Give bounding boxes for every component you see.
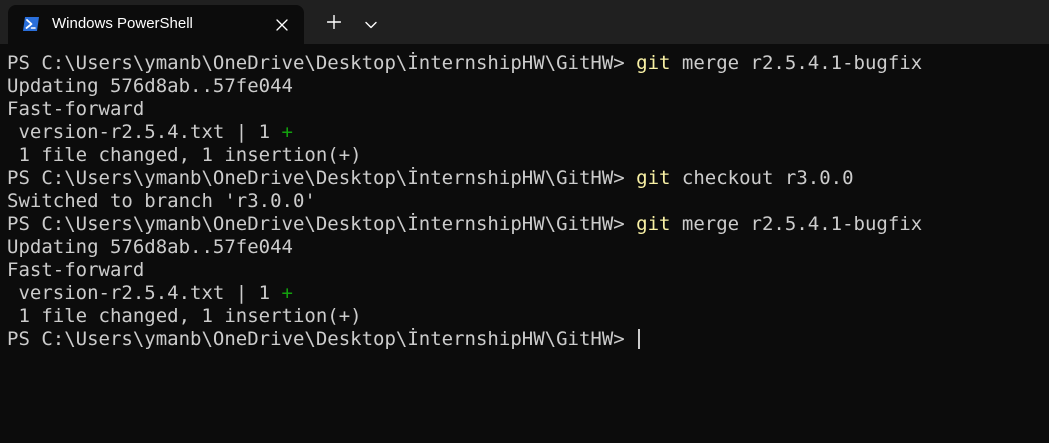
terminal-line: Fast-forward (7, 98, 1049, 121)
output-text: Fast-forward (7, 98, 145, 120)
terminal-line: Switched to branch 'r3.0.0' (7, 190, 1049, 213)
terminal-line: 1 file changed, 1 insertion(+) (7, 144, 1049, 167)
tab-windows-powershell[interactable]: Windows PowerShell (8, 5, 304, 44)
title-bar: Windows PowerShell (0, 0, 1049, 44)
terminal-line: Updating 576d8ab..57fe044 (7, 75, 1049, 98)
terminal-output[interactable]: PS C:\Users\ymanb\OneDrive\Desktop\İnter… (0, 44, 1049, 443)
prompt-text: PS C:\Users\ymanb\OneDrive\Desktop\İnter… (7, 167, 637, 189)
prompt-text: PS C:\Users\ymanb\OneDrive\Desktop\İnter… (7, 328, 637, 350)
command-name: git (636, 167, 671, 189)
terminal-line: version-r2.5.4.txt | 1 + (7, 121, 1049, 144)
command-name: git (636, 213, 671, 235)
terminal-line: PS C:\Users\ymanb\OneDrive\Desktop\İnter… (7, 52, 1049, 75)
diffstat-plus: + (281, 282, 293, 304)
terminal-line: PS C:\Users\ymanb\OneDrive\Desktop\İnter… (7, 328, 1049, 351)
chevron-down-icon (365, 14, 377, 33)
close-icon[interactable] (270, 13, 294, 37)
diffstat-plus: + (281, 121, 293, 143)
terminal-line: Updating 576d8ab..57fe044 (7, 236, 1049, 259)
command-args: merge r2.5.4.1-bugfix (670, 52, 923, 74)
command-name: git (636, 52, 671, 74)
prompt-text: PS C:\Users\ymanb\OneDrive\Desktop\İnter… (7, 213, 637, 235)
terminal-line: 1 file changed, 1 insertion(+) (7, 305, 1049, 328)
output-text: Fast-forward (7, 259, 145, 281)
command-args: merge r2.5.4.1-bugfix (670, 213, 923, 235)
text-cursor (638, 329, 641, 349)
diffstat-text: version-r2.5.4.txt | 1 (7, 121, 282, 143)
plus-icon (326, 14, 342, 33)
tab-dropdown-button[interactable] (358, 10, 384, 36)
output-text: 1 file changed, 1 insertion(+) (7, 305, 362, 327)
terminal-line: version-r2.5.4.txt | 1 + (7, 282, 1049, 305)
output-text: Updating 576d8ab..57fe044 (7, 75, 293, 97)
terminal-line: Fast-forward (7, 259, 1049, 282)
command-args: checkout r3.0.0 (670, 167, 854, 189)
prompt-text: PS C:\Users\ymanb\OneDrive\Desktop\İnter… (7, 52, 637, 74)
terminal-line: PS C:\Users\ymanb\OneDrive\Desktop\İnter… (7, 167, 1049, 190)
output-text: Updating 576d8ab..57fe044 (7, 236, 293, 258)
new-tab-button[interactable] (321, 10, 347, 36)
output-text: Switched to branch 'r3.0.0' (7, 190, 316, 212)
terminal-line: PS C:\Users\ymanb\OneDrive\Desktop\İnter… (7, 213, 1049, 236)
output-text: 1 file changed, 1 insertion(+) (7, 144, 362, 166)
tab-title: Windows PowerShell (52, 15, 193, 32)
powershell-icon (22, 16, 40, 32)
diffstat-text: version-r2.5.4.txt | 1 (7, 282, 282, 304)
